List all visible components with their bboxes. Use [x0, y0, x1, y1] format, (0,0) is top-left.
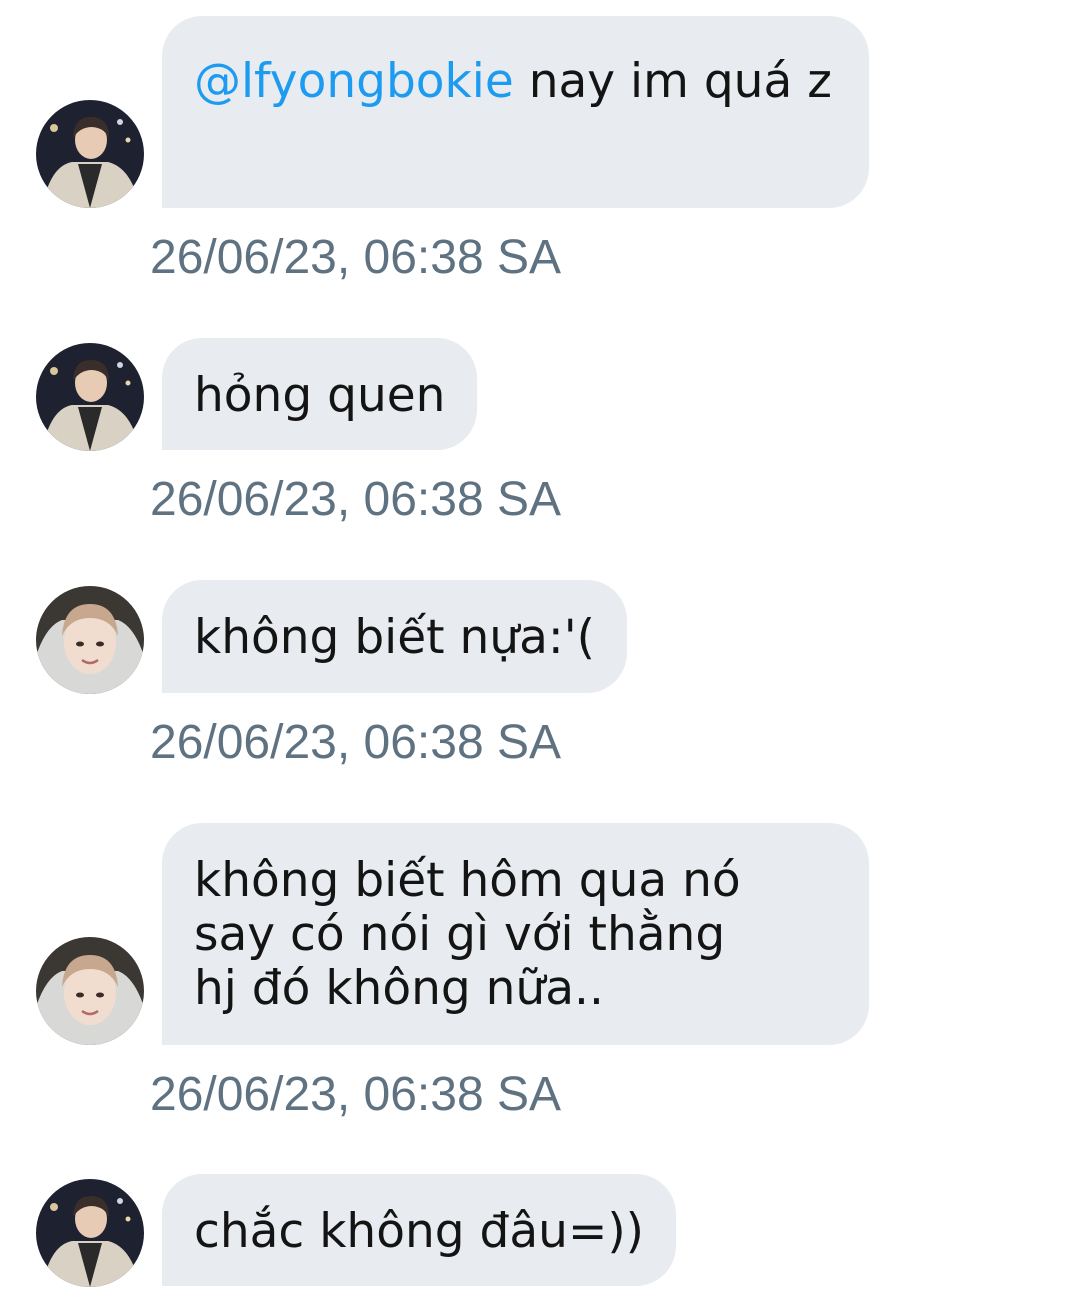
avatar-night-jacket-image	[36, 343, 144, 451]
avatar-hoodie-image	[36, 586, 144, 694]
avatar-night-jacket[interactable]	[36, 100, 144, 208]
avatar-hoodie-image	[36, 937, 144, 1045]
message-bubble[interactable]: chắc không đâu=))	[162, 1174, 677, 1286]
message-timestamp: 26/06/23, 06:38 SA	[150, 231, 561, 284]
avatar-night-jacket-image	[36, 100, 144, 208]
message-bubble[interactable]: @lfyongbokie nay im quá z	[162, 16, 869, 208]
message-text: hỏng quen	[194, 368, 446, 423]
message-text: không biết nựa:'(	[194, 610, 595, 665]
message-timestamp: 26/06/23, 06:38 SA	[150, 473, 561, 526]
avatar-night-jacket[interactable]	[36, 1179, 144, 1287]
message-bubble[interactable]: hỏng quen	[162, 338, 478, 450]
message-timestamp: 26/06/23, 06:38 SA	[150, 716, 561, 769]
message-text: chắc không đâu=))	[194, 1204, 645, 1259]
user-mention-link[interactable]: @lfyongbokie	[194, 54, 514, 109]
message-bubble[interactable]: không biết nựa:'(	[162, 580, 627, 693]
message-timestamp: 26/06/23, 06:38 SA	[150, 1068, 561, 1121]
avatar-night-jacket[interactable]	[36, 343, 144, 451]
avatar-night-jacket-image	[36, 1179, 144, 1287]
message-text: không biết hôm qua nó say có nói gì với …	[194, 853, 741, 1016]
message-text: nay im quá z	[513, 54, 832, 109]
dm-conversation: { "colors": { "bubble_bg": "#e8ecf0", "m…	[0, 0, 1080, 1302]
avatar-hoodie[interactable]	[36, 586, 144, 694]
avatar-hoodie[interactable]	[36, 937, 144, 1045]
message-bubble[interactable]: không biết hôm qua nó say có nói gì với …	[162, 823, 869, 1045]
